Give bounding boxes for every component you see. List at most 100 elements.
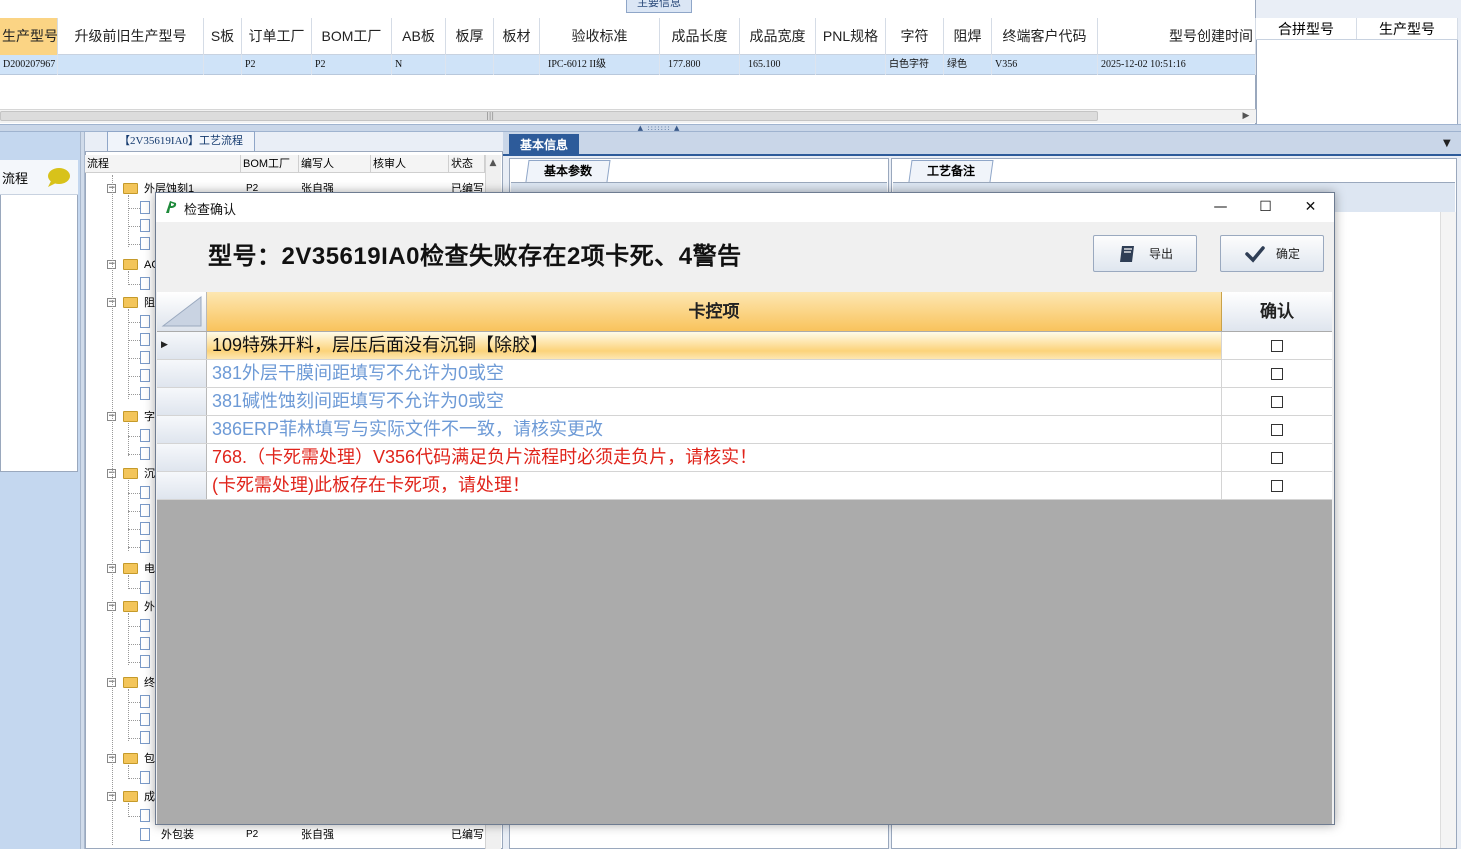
splitter-grip-icon[interactable]: ▲ ::::::: ▲	[628, 125, 690, 132]
confirm-checkbox[interactable]	[1271, 339, 1283, 352]
confirm-checkbox-cell[interactable]	[1222, 332, 1332, 359]
column-header[interactable]: 核审人	[371, 155, 449, 172]
column-header[interactable]: 板材	[494, 18, 540, 55]
table-cell[interactable]: 165.100	[740, 55, 816, 75]
column-header[interactable]: 编写人	[299, 155, 371, 172]
maximize-icon[interactable]: ☐	[1243, 193, 1288, 222]
row-selector[interactable]	[157, 416, 207, 443]
table-row[interactable]: 381外层干膜间距填写不允许为0或空	[157, 360, 1332, 388]
column-header-confirm[interactable]: 确认	[1222, 292, 1332, 331]
column-header-item[interactable]: 卡控项	[207, 292, 1222, 331]
column-header[interactable]: 状态	[449, 155, 485, 172]
column-header[interactable]: 终端客户代码	[992, 18, 1098, 55]
tab-main-info[interactable]: 主要信息	[626, 0, 692, 13]
current-row-arrow-icon[interactable]: ▶	[157, 332, 207, 359]
table-cell[interactable]: 白色字符	[886, 55, 944, 75]
dropdown-arrow-icon[interactable]: ▼	[1443, 138, 1451, 149]
confirm-checkbox[interactable]	[1271, 395, 1283, 408]
tab-basic-params[interactable]: 基本参数	[525, 160, 611, 182]
select-all-corner[interactable]	[157, 292, 207, 331]
table-row[interactable]: 386ERP菲林填写与实际文件不一致，请核实更改	[157, 416, 1332, 444]
column-header[interactable]: 板厚	[446, 18, 494, 55]
minimize-icon[interactable]: —	[1198, 193, 1243, 222]
chat-bubble-icon[interactable]	[45, 166, 71, 188]
confirm-checkbox[interactable]	[1271, 479, 1283, 492]
column-header[interactable]: BOM工厂	[241, 155, 299, 172]
table-row[interactable]: 381碱性蚀刻间距填写不允许为0或空	[157, 388, 1332, 416]
column-header[interactable]: 升级前旧生产型号	[58, 18, 204, 55]
column-header[interactable]: S板	[204, 18, 242, 55]
row-selector[interactable]	[157, 444, 207, 471]
confirm-checkbox[interactable]	[1271, 451, 1283, 464]
column-header[interactable]: 生产型号	[1357, 18, 1458, 39]
table-cell[interactable]	[58, 55, 204, 75]
confirm-checkbox-cell[interactable]	[1222, 416, 1332, 443]
row-selector[interactable]	[157, 360, 207, 387]
scrollbar-thumb[interactable]	[0, 111, 1098, 121]
confirm-checkbox-cell[interactable]	[1222, 388, 1332, 415]
column-header[interactable]: 阻焊	[944, 18, 992, 55]
file-icon	[140, 429, 150, 442]
export-button[interactable]: 导出	[1093, 235, 1197, 272]
grid-header-row: 生产型号 升级前旧生产型号 S板 订单工厂 BOM工厂 AB板 板厚 板材 验收标准 成品长度 成品…	[0, 18, 1256, 55]
tree-connector	[112, 175, 113, 845]
confirm-checkbox-cell[interactable]	[1222, 444, 1332, 471]
close-icon[interactable]: ✕	[1288, 193, 1333, 222]
scroll-up-icon[interactable]: ▲	[485, 155, 501, 171]
file-icon	[140, 277, 150, 290]
table-cell[interactable]: P2	[242, 55, 312, 75]
scroll-right-icon[interactable]: ▶	[1240, 109, 1252, 123]
tree-connector	[128, 702, 140, 703]
table-cell[interactable]: IPC-6012 II级	[540, 55, 660, 75]
tree-connector	[128, 358, 140, 359]
dialog-titlebar[interactable]	[156, 193, 1334, 222]
tab-basic-info[interactable]: 基本信息	[509, 134, 579, 156]
confirm-button[interactable]: 确定	[1220, 235, 1324, 272]
confirm-checkbox[interactable]	[1271, 423, 1283, 436]
table-row[interactable]: (卡死需处理)此板存在卡死项，请处理！	[157, 472, 1332, 500]
confirm-label: 确定	[1275, 247, 1300, 261]
column-header[interactable]: 成品长度	[660, 18, 740, 55]
step-name: 字	[144, 411, 155, 423]
file-icon	[140, 731, 150, 744]
column-header[interactable]: 验收标准	[540, 18, 660, 55]
column-header[interactable]: 订单工厂	[242, 18, 312, 55]
table-row[interactable]: 768.（卡死需处理）V356代码满足负片流程时必须走负片，请核实！	[157, 444, 1332, 472]
confirm-checkbox-cell[interactable]	[1222, 360, 1332, 387]
table-row[interactable]: ▶ 109特殊开料，层压后面没有沉铜【除胶】	[157, 332, 1332, 360]
vertical-scrollbar[interactable]	[1440, 212, 1456, 848]
column-header[interactable]: AB板	[392, 18, 446, 55]
corner-triangle-icon	[161, 295, 202, 327]
table-cell[interactable]: 绿色	[944, 55, 992, 75]
table-cell[interactable]: 177.800	[660, 55, 740, 75]
column-header[interactable]: BOM工厂	[312, 18, 392, 55]
column-header[interactable]: 生产型号	[0, 18, 58, 55]
confirm-checkbox[interactable]	[1271, 367, 1283, 380]
column-header[interactable]: PNL规格	[816, 18, 886, 55]
row-selector[interactable]	[157, 472, 207, 499]
table-cell[interactable]: N	[392, 55, 446, 75]
table-cell[interactable]	[204, 55, 242, 75]
panel-header-strip	[511, 182, 887, 192]
table-cell[interactable]: V356	[992, 55, 1098, 75]
table-cell[interactable]: D200207967	[0, 55, 58, 75]
table-cell[interactable]	[816, 55, 886, 75]
row-selector[interactable]	[157, 388, 207, 415]
column-header[interactable]: 流程	[85, 155, 241, 172]
table-cell[interactable]	[446, 55, 494, 75]
table-cell[interactable]: 2025-12-02 10:51:16	[1098, 55, 1256, 75]
tree-connector	[128, 588, 140, 589]
column-header[interactable]: 合拼型号	[1256, 18, 1357, 39]
tab-process-notes[interactable]: 工艺备注	[908, 160, 994, 182]
table-cell[interactable]	[494, 55, 540, 75]
column-header[interactable]: 成品宽度	[740, 18, 816, 55]
column-header[interactable]: 型号创建时间	[1098, 18, 1256, 55]
tree-row[interactable]: 外包装 P2 张自强 已编写	[85, 826, 485, 844]
column-header[interactable]: 字符	[886, 18, 944, 55]
confirm-checkbox-cell[interactable]	[1222, 472, 1332, 499]
table-row[interactable]: D200207967 P2 P2 N IPC-6012 II级 177.800 165.10…	[0, 55, 1256, 75]
merged-grid-header: 合拼型号 生产型号	[1256, 18, 1458, 40]
tab-process-flow[interactable]: 【2V35619IA0】工艺流程	[107, 131, 255, 151]
tree-connector	[128, 816, 140, 817]
table-cell[interactable]: P2	[312, 55, 392, 75]
